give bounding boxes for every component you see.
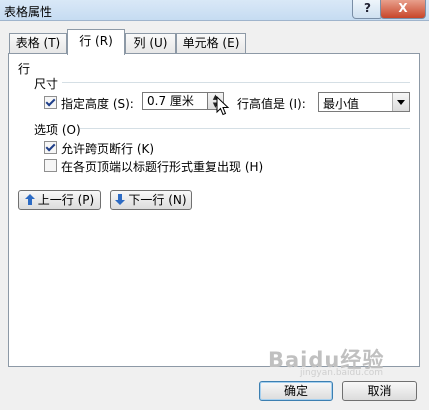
cancel-button[interactable]: 取消 [342,381,417,401]
height-input[interactable]: 0.7 厘米 [142,92,208,110]
tab-row[interactable]: 行 (R) [67,29,125,55]
table-properties-dialog: 表格属性 ? X 表格 (T) 行 (R) 列 (U) 单元格 (E) 行 尺寸… [0,0,429,410]
next-row-label: 下一行 (N) [128,193,187,207]
allow-row-break-checkbox[interactable] [44,141,57,154]
row-height-rule-value: 最小值 [323,97,360,111]
specify-height-checkbox[interactable] [44,96,57,109]
help-button[interactable]: ? [352,0,383,19]
row-height-is-label: 行高值是 (I): [237,97,306,111]
allow-row-break-label: 允许跨页断行 (K) [61,142,155,156]
row-height-rule-select[interactable]: 最小值 [318,92,410,112]
previous-row-label: 上一行 (P) [37,193,95,207]
options-separator [80,128,410,129]
tab-table[interactable]: 表格 (T) [9,33,67,54]
previous-row-button[interactable]: 上一行 (P) [18,190,101,210]
arrow-down-icon [115,194,126,205]
specify-height-label: 指定高度 (S): [61,97,134,111]
options-group-label: 选项 (O) [34,123,81,137]
mouse-cursor-icon [216,96,230,116]
arrow-up-icon [24,194,35,205]
size-group-label: 尺寸 [34,77,59,91]
title-bar: 表格属性 ? X [0,0,429,21]
ok-button[interactable]: 确定 [259,381,333,401]
repeat-header-label: 在各页顶端以标题行形式重复出现 (H) [61,160,264,174]
watermark-url: jingyan.baidu.com [300,368,384,378]
size-separator [62,82,410,83]
close-button[interactable]: X [380,0,426,19]
next-row-button[interactable]: 下一行 (N) [110,190,192,210]
repeat-header-checkbox[interactable] [44,159,57,172]
row-heading: 行 [18,62,31,76]
window-title: 表格属性 [4,5,53,19]
chevron-down-icon[interactable] [392,93,409,111]
tab-cell[interactable]: 单元格 (E) [176,33,246,54]
tab-column[interactable]: 列 (U) [125,33,176,54]
